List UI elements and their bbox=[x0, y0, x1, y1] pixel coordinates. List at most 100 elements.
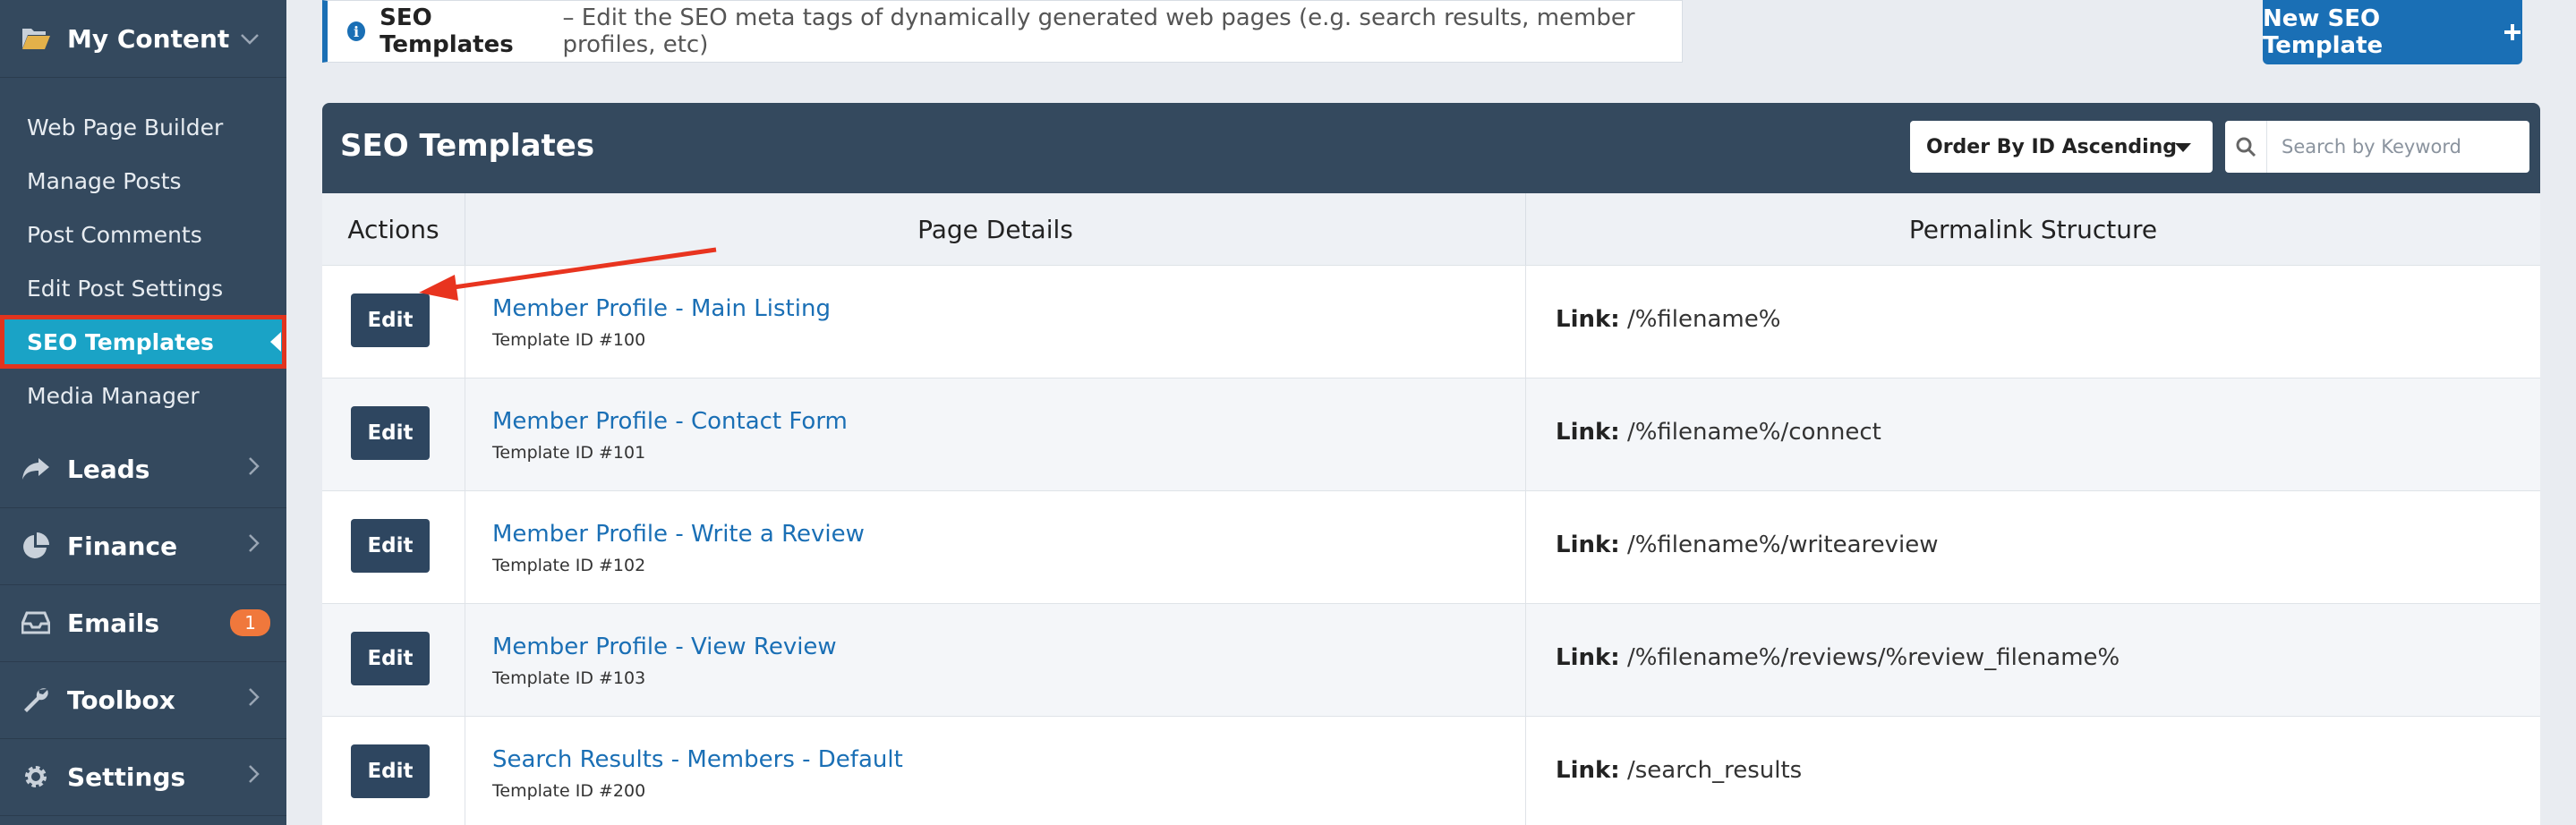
actions-cell: Edit bbox=[322, 378, 465, 491]
pie-chart-icon bbox=[20, 530, 52, 562]
template-id: Template ID #200 bbox=[492, 781, 646, 801]
link-path: /%filename% bbox=[1626, 306, 1781, 333]
edit-button[interactable]: Edit bbox=[351, 293, 430, 347]
details-cell: Search Results - Members - Default Templ… bbox=[465, 717, 1526, 825]
info-banner: i SEO Templates – Edit the SEO meta tags… bbox=[322, 0, 1683, 63]
sidebar-section-finance[interactable]: Finance bbox=[0, 507, 286, 585]
chevron-right-icon bbox=[247, 763, 260, 790]
details-cell: Member Profile - Main Listing Template I… bbox=[465, 266, 1526, 378]
search-box bbox=[2225, 121, 2529, 173]
info-icon: i bbox=[347, 21, 366, 41]
sidebar-section-emails[interactable]: Emails 1 bbox=[0, 584, 286, 662]
sidebar-section-label: Emails bbox=[67, 608, 160, 638]
sidebar-item-seo-templates[interactable]: SEO Templates bbox=[0, 315, 286, 369]
new-button-label: New SEO Template bbox=[2263, 5, 2384, 59]
chevron-right-icon bbox=[247, 686, 260, 713]
permalink-value: Link: /%filename%/reviews/%review_filena… bbox=[1556, 644, 2120, 671]
permalink-value: Link: /search_results bbox=[1556, 757, 1802, 784]
permalink-value: Link: /%filename%/connect bbox=[1556, 419, 1881, 446]
search-icon bbox=[2225, 121, 2267, 173]
folder-open-icon bbox=[20, 22, 52, 55]
link-label: Link: bbox=[1556, 419, 1620, 446]
details-cell: Member Profile - View Review Template ID… bbox=[465, 604, 1526, 717]
share-arrow-icon bbox=[20, 453, 52, 485]
link-label: Link: bbox=[1556, 757, 1620, 784]
permalink-value: Link: /%filename%/writeareview bbox=[1556, 532, 1939, 558]
info-title: SEO Templates bbox=[380, 4, 514, 58]
sidebar: My Content Web Page Builder Manage Posts… bbox=[0, 0, 286, 825]
details-cell: Member Profile - Write a Review Template… bbox=[465, 491, 1526, 604]
actions-cell: Edit bbox=[322, 717, 465, 825]
sidebar-section-label: Finance bbox=[67, 531, 178, 561]
sidebar-section-label: Settings bbox=[67, 761, 186, 792]
chevron-down-icon bbox=[240, 25, 260, 52]
link-label: Link: bbox=[1556, 644, 1620, 671]
template-id: Template ID #101 bbox=[492, 443, 646, 463]
table-row: Edit Member Profile - Main Listing Templ… bbox=[322, 265, 2540, 378]
caret-down-icon bbox=[2175, 143, 2191, 152]
sidebar-item-label: Media Manager bbox=[27, 382, 200, 409]
sidebar-item-edit-post-settings[interactable]: Edit Post Settings bbox=[0, 261, 286, 315]
gear-icon bbox=[20, 761, 52, 793]
sidebar-item-manage-posts[interactable]: Manage Posts bbox=[0, 154, 286, 208]
edit-button[interactable]: Edit bbox=[351, 519, 430, 573]
plus-icon bbox=[2503, 18, 2522, 47]
table-row: Edit Search Results - Members - Default … bbox=[322, 716, 2540, 825]
sidebar-item-media-manager[interactable]: Media Manager bbox=[0, 369, 286, 422]
sidebar-section-settings[interactable]: Settings bbox=[0, 738, 286, 816]
column-header-page-details: Page Details bbox=[465, 193, 1526, 265]
template-id: Template ID #102 bbox=[492, 556, 646, 575]
inbox-icon bbox=[20, 607, 52, 639]
sidebar-item-post-comments[interactable]: Post Comments bbox=[0, 208, 286, 261]
chevron-right-icon bbox=[247, 532, 260, 559]
template-name-link[interactable]: Member Profile - Contact Form bbox=[492, 408, 848, 435]
sidebar-item-label: SEO Templates bbox=[27, 328, 214, 355]
sidebar-section-label: My Content bbox=[67, 23, 230, 54]
order-by-select[interactable]: Order By ID Ascending bbox=[1910, 121, 2213, 173]
link-path: /%filename%/connect bbox=[1626, 419, 1881, 446]
template-name-link[interactable]: Member Profile - Write a Review bbox=[492, 521, 865, 548]
details-cell: Member Profile - Contact Form Template I… bbox=[465, 378, 1526, 491]
chevron-right-icon bbox=[247, 455, 260, 482]
sidebar-section-leads[interactable]: Leads bbox=[0, 430, 286, 508]
edit-button[interactable]: Edit bbox=[351, 632, 430, 685]
actions-cell: Edit bbox=[322, 491, 465, 604]
active-caret-icon bbox=[270, 332, 281, 352]
order-by-value: Order By ID Ascending bbox=[1926, 135, 2178, 158]
template-id: Template ID #100 bbox=[492, 330, 646, 350]
table-row: Edit Member Profile - Write a Review Tem… bbox=[322, 490, 2540, 604]
permalink-value: Link: /%filename% bbox=[1556, 306, 1780, 333]
column-header-actions: Actions bbox=[322, 193, 465, 265]
sidebar-section-label: Leads bbox=[67, 454, 150, 484]
unread-count-badge: 1 bbox=[230, 609, 270, 636]
column-header-permalink: Permalink Structure bbox=[1526, 193, 2540, 265]
sidebar-item-label: Manage Posts bbox=[27, 167, 182, 194]
search-input[interactable] bbox=[2280, 135, 2516, 158]
link-path: /%filename%/reviews/%review_filename% bbox=[1626, 644, 2120, 671]
info-description: – Edit the SEO meta tags of dynamically … bbox=[562, 4, 1635, 58]
template-id: Template ID #103 bbox=[492, 668, 646, 688]
link-path: /%filename%/writeareview bbox=[1626, 532, 1939, 558]
table-row: Edit Member Profile - Contact Form Templ… bbox=[322, 378, 2540, 491]
link-label: Link: bbox=[1556, 532, 1620, 558]
new-seo-template-button[interactable]: New SEO Template bbox=[2263, 0, 2522, 64]
panel-title: SEO Templates bbox=[340, 128, 595, 164]
template-name-link[interactable]: Member Profile - View Review bbox=[492, 634, 837, 660]
sidebar-section-toolbox[interactable]: Toolbox bbox=[0, 661, 286, 739]
edit-button[interactable]: Edit bbox=[351, 406, 430, 460]
sidebar-section-my-content[interactable]: My Content bbox=[0, 0, 286, 78]
seo-templates-panel: SEO Templates Order By ID Ascending Acti… bbox=[322, 103, 2540, 825]
table-row: Edit Member Profile - View Review Templa… bbox=[322, 603, 2540, 717]
actions-cell: Edit bbox=[322, 604, 465, 717]
panel-header: SEO Templates Order By ID Ascending bbox=[322, 103, 2540, 193]
sidebar-item-web-page-builder[interactable]: Web Page Builder bbox=[0, 100, 286, 154]
sidebar-item-label: Web Page Builder bbox=[27, 114, 224, 140]
template-name-link[interactable]: Search Results - Members - Default bbox=[492, 746, 903, 773]
wrench-icon bbox=[20, 684, 52, 716]
edit-button[interactable]: Edit bbox=[351, 744, 430, 798]
link-path: /search_results bbox=[1626, 757, 1803, 784]
sidebar-section-label: Toolbox bbox=[67, 685, 175, 715]
sidebar-item-label: Post Comments bbox=[27, 221, 202, 248]
template-name-link[interactable]: Member Profile - Main Listing bbox=[492, 295, 831, 322]
actions-cell: Edit bbox=[322, 266, 465, 378]
